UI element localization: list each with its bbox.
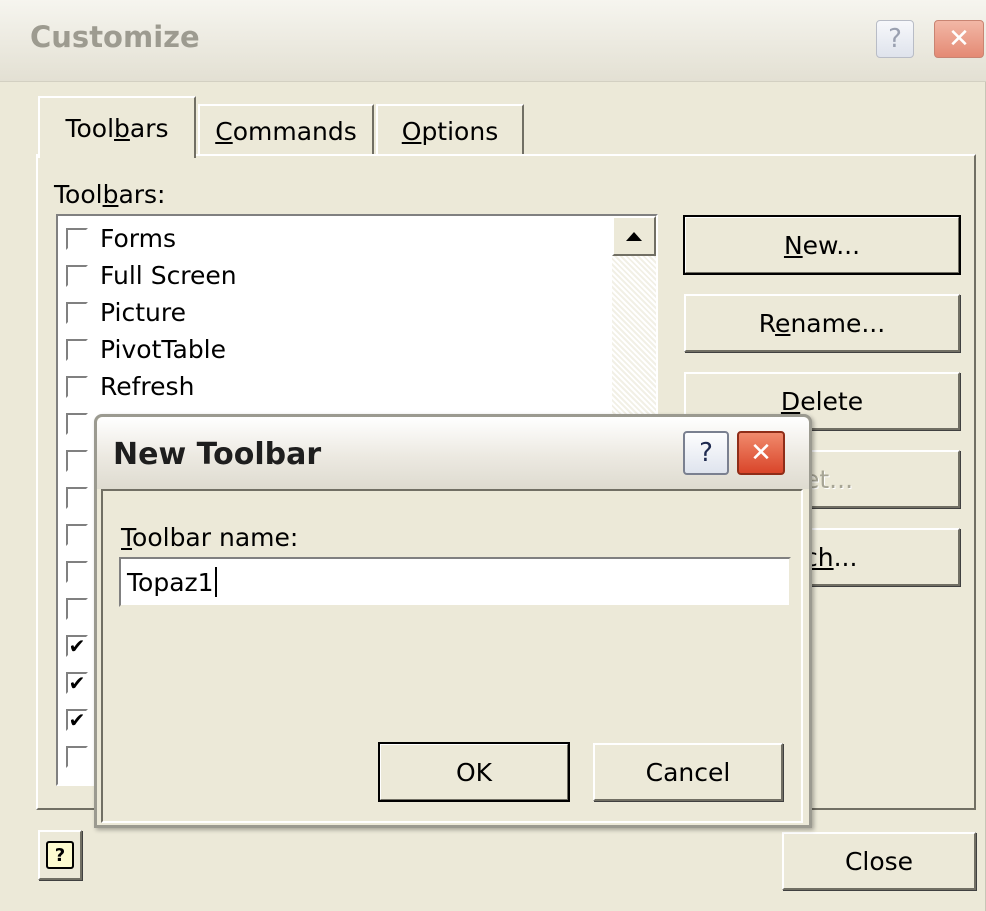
- ok-button[interactable]: OK: [378, 742, 570, 802]
- list-item[interactable]: Full Screen: [60, 257, 237, 294]
- scroll-up-button[interactable]: [612, 216, 656, 256]
- new-toolbar-dialog: New Toolbar ? ✕ Toolbar name: Topaz1 OK …: [94, 414, 812, 828]
- list-item[interactable]: Refresh: [60, 368, 194, 405]
- checkbox[interactable]: [66, 560, 88, 583]
- close-button[interactable]: Close: [782, 832, 976, 890]
- checkbox-checked[interactable]: ✔: [66, 671, 88, 694]
- list-item-label: Picture: [100, 298, 186, 327]
- arrow-up-icon: [626, 231, 642, 241]
- checkbox[interactable]: [66, 523, 88, 546]
- new-toolbar-button[interactable]: New...: [683, 215, 961, 275]
- checkbox[interactable]: [66, 486, 88, 509]
- checkbox-checked[interactable]: ✔: [66, 634, 88, 657]
- list-item-label: Forms: [100, 224, 177, 253]
- delete-button-label: Delete: [780, 386, 864, 416]
- cancel-button-label: Cancel: [645, 757, 731, 787]
- toolbar-name-label: Toolbar name:: [121, 523, 299, 552]
- dialog-title-bar[interactable]: New Toolbar ? ✕: [97, 417, 809, 489]
- rename-button[interactable]: Rename...: [684, 294, 960, 352]
- list-item-label: Full Screen: [100, 261, 237, 290]
- list-item[interactable]: Forms: [60, 220, 176, 257]
- list-item[interactable]: PivotTable: [60, 331, 226, 368]
- customize-title: Customize: [30, 20, 200, 54]
- dialog-close-button[interactable]: ✕: [737, 431, 785, 475]
- ok-button-label: OK: [455, 757, 493, 787]
- tab-options[interactable]: Options: [376, 104, 524, 156]
- checkbox-checked[interactable]: ✔: [66, 708, 88, 731]
- checkbox[interactable]: [66, 745, 88, 768]
- checkbox[interactable]: [66, 412, 88, 435]
- help-icon: ?: [699, 438, 713, 468]
- checkbox[interactable]: [66, 597, 88, 620]
- checkbox[interactable]: [66, 449, 88, 472]
- new-button-label: New...: [783, 230, 861, 260]
- dialog-help-button[interactable]: ?: [683, 431, 729, 475]
- customize-help-button[interactable]: ?: [876, 20, 914, 58]
- toolbar-name-value: Topaz1: [127, 567, 214, 597]
- list-item[interactable]: Picture: [60, 294, 186, 331]
- help-button[interactable]: ?: [38, 830, 82, 880]
- checkbox[interactable]: [66, 301, 88, 324]
- tab-toolbars-label: Toolbars: [65, 113, 169, 143]
- tab-commands-label: Commands: [215, 116, 357, 146]
- checkbox[interactable]: [66, 227, 88, 250]
- toolbar-name-input[interactable]: Topaz1: [119, 557, 791, 607]
- text-cursor: [214, 567, 217, 597]
- toolbars-list-label: Toolbars:: [54, 180, 166, 209]
- tab-commands[interactable]: Commands: [198, 104, 374, 156]
- list-item-label: PivotTable: [100, 335, 227, 364]
- tab-toolbars[interactable]: Toolbars: [38, 96, 196, 158]
- tab-options-label: Options: [401, 116, 499, 146]
- close-icon: ✕: [750, 438, 772, 468]
- help-icon: ?: [46, 841, 74, 869]
- attach-button-label: ch...: [804, 542, 858, 572]
- checkbox[interactable]: [66, 338, 88, 361]
- help-icon: ?: [888, 24, 902, 54]
- rename-button-label: Rename...: [758, 308, 886, 338]
- customize-title-bar[interactable]: Customize ? ✕: [0, 0, 986, 82]
- checkbox[interactable]: [66, 375, 88, 398]
- checkbox[interactable]: [66, 264, 88, 287]
- customize-close-button[interactable]: ✕: [934, 20, 984, 58]
- dialog-title: New Toolbar: [113, 437, 322, 472]
- list-item-label: Refresh: [100, 372, 195, 401]
- close-icon: ✕: [948, 24, 970, 54]
- close-button-label: Close: [844, 846, 914, 876]
- cancel-button[interactable]: Cancel: [593, 743, 783, 801]
